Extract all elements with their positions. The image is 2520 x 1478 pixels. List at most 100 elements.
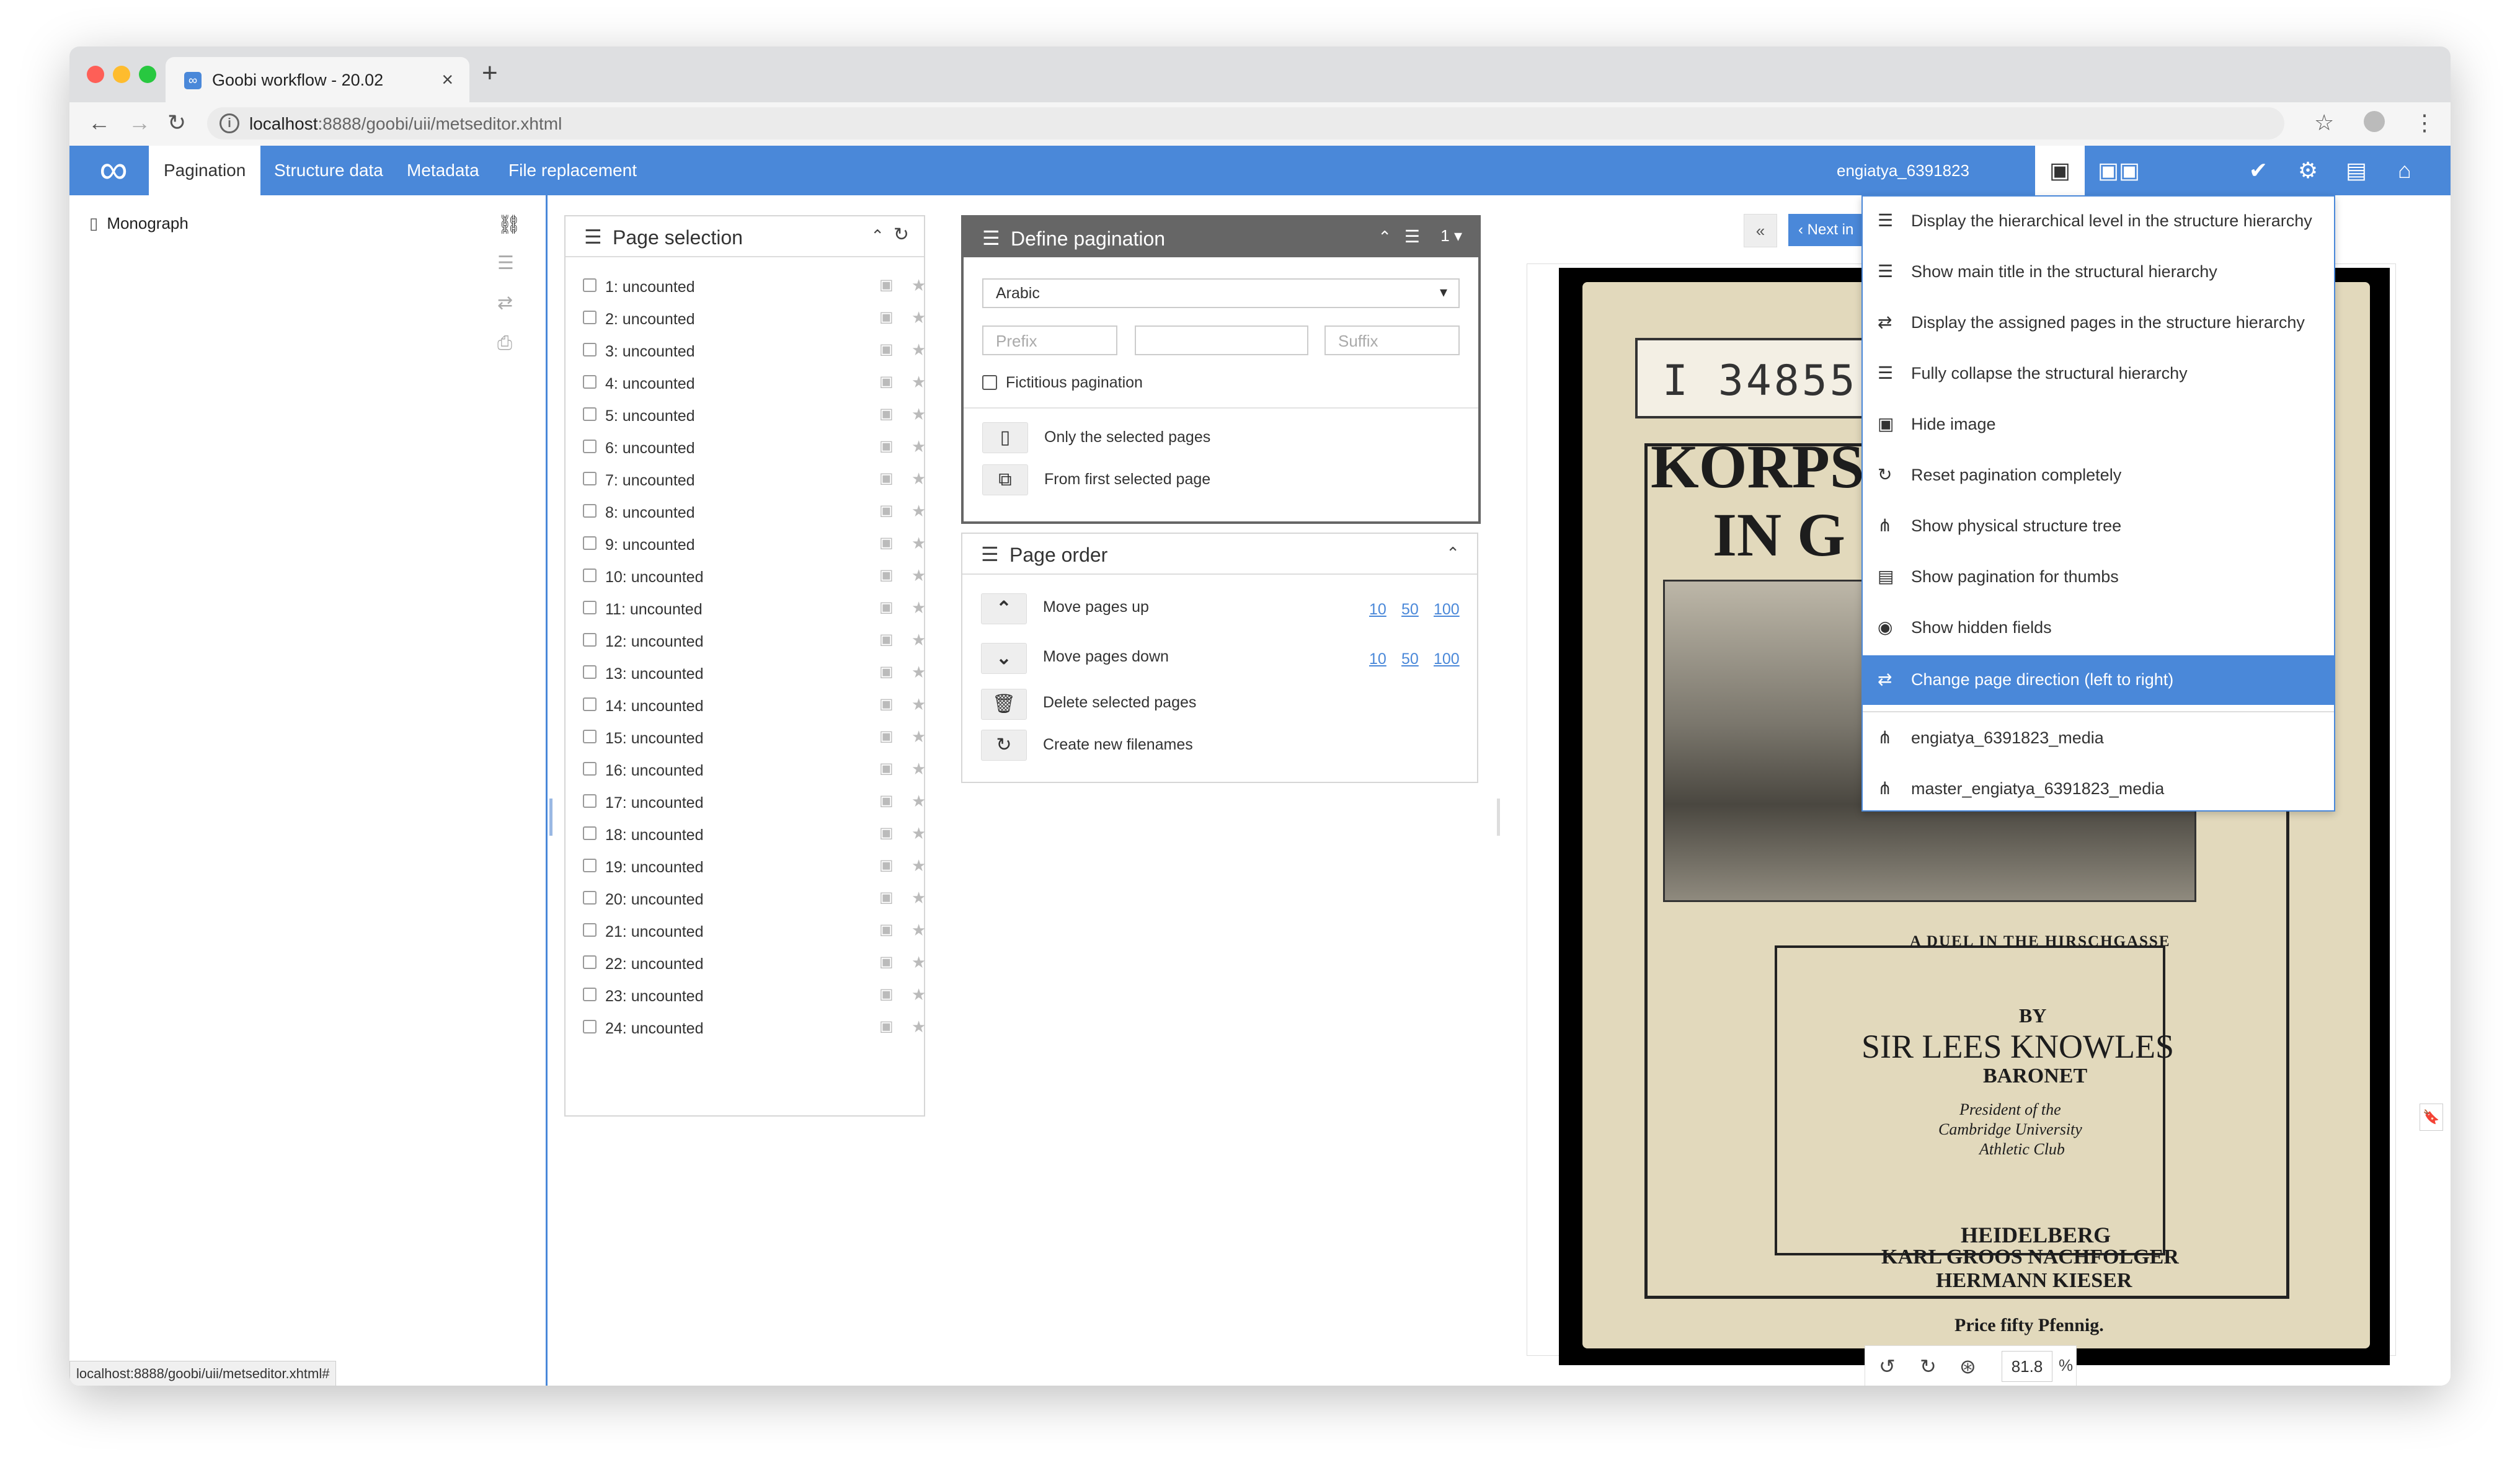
bookmark-icon[interactable]: 🔖	[2420, 1104, 2443, 1131]
star-icon[interactable]: ★	[912, 598, 926, 617]
structure-tree-root[interactable]: ▯ Monograph	[89, 214, 189, 233]
url-field[interactable]: i localhost:8888/goobi/uii/metseditor.xh…	[207, 107, 2284, 139]
image-icon[interactable]: ▣	[879, 405, 894, 423]
chevron-up-icon[interactable]: ⌃	[871, 226, 884, 246]
prefix-input[interactable]: Prefix	[982, 325, 1117, 355]
page-checkbox[interactable]	[583, 601, 597, 614]
reset-zoom-icon[interactable]: ⊛	[1959, 1355, 1976, 1378]
page-checkbox[interactable]	[583, 697, 597, 711]
image-icon[interactable]: ▣	[879, 566, 894, 584]
page-row[interactable]: 2: uncounted ▣ ★	[583, 308, 926, 340]
page-row[interactable]: 13: uncounted ▣ ★	[583, 663, 926, 695]
count-dropdown[interactable]: 1 ▾	[1440, 226, 1462, 246]
image-icon[interactable]: ▣	[879, 631, 894, 648]
profile-avatar-icon[interactable]	[2364, 111, 2385, 132]
star-icon[interactable]: ★	[912, 663, 926, 682]
menu-item[interactable]: ⋔ engiatya_6391823_media	[1863, 714, 2334, 763]
resize-handle[interactable]	[549, 799, 552, 836]
goobi-logo-icon[interactable]: ∞	[86, 149, 141, 189]
list-icon[interactable]: ☰	[1404, 226, 1420, 247]
page-row[interactable]: 11: uncounted ▣ ★	[583, 598, 926, 631]
menu-item[interactable]: ⋔ master_engiatya_6391823_media	[1863, 764, 2334, 814]
image-icon[interactable]: ▣	[879, 856, 894, 874]
list-icon[interactable]: ☰	[497, 252, 514, 274]
star-icon[interactable]: ★	[912, 534, 926, 553]
star-icon[interactable]: ★	[912, 373, 926, 392]
page-row[interactable]: 7: uncounted ▣ ★	[583, 469, 926, 502]
from-first-button[interactable]: ⧉	[982, 464, 1028, 495]
page-checkbox[interactable]	[583, 504, 597, 518]
star-icon[interactable]: ★	[912, 921, 926, 940]
rotate-left-icon[interactable]: ↺	[1879, 1355, 1896, 1378]
forward-arrow-icon[interactable]: →	[128, 110, 151, 136]
image-icon[interactable]: ▣	[879, 502, 894, 520]
create-filenames-button[interactable]: ↻	[981, 730, 1027, 761]
image-icon[interactable]: ▣	[879, 308, 894, 326]
image-icon[interactable]: ▣	[879, 953, 894, 971]
page-row[interactable]: 16: uncounted ▣ ★	[583, 759, 926, 792]
site-info-icon[interactable]: i	[220, 113, 239, 133]
page-checkbox[interactable]	[583, 536, 597, 550]
page-checkbox[interactable]	[583, 891, 597, 905]
chevron-up-icon[interactable]: ⌃	[1378, 228, 1391, 247]
star-icon[interactable]: ★	[912, 566, 926, 585]
image-icon[interactable]: ▣	[879, 340, 894, 358]
page-row[interactable]: 17: uncounted ▣ ★	[583, 792, 926, 824]
page-checkbox[interactable]	[583, 826, 597, 840]
tab-pagination[interactable]: Pagination	[149, 146, 261, 195]
checkmark-icon[interactable]: ✔	[2234, 146, 2283, 195]
rotate-right-icon[interactable]: ↻	[1920, 1355, 1937, 1378]
page-checkbox[interactable]	[583, 311, 597, 324]
menu-item[interactable]: ☰ Fully collapse the structural hierarchy	[1863, 349, 2334, 399]
page-checkbox[interactable]	[583, 472, 597, 485]
page-checkbox[interactable]	[583, 375, 597, 389]
link-icon[interactable]: ⛓	[497, 214, 521, 236]
page-row[interactable]: 19: uncounted ▣ ★	[583, 856, 926, 888]
gear-icon[interactable]: ⚙	[2283, 146, 2333, 195]
page-row[interactable]: 18: uncounted ▣ ★	[583, 824, 926, 856]
page-checkbox[interactable]	[583, 955, 597, 969]
resize-handle[interactable]	[1497, 799, 1500, 836]
image-icon[interactable]: ▣	[879, 276, 894, 294]
page-checkbox[interactable]	[583, 859, 597, 872]
move-down-10-link[interactable]: 10	[1369, 650, 1386, 668]
image-icon[interactable]: ▣	[879, 824, 894, 842]
move-up-50-link[interactable]: 50	[1401, 601, 1419, 619]
page-row[interactable]: 6: uncounted ▣ ★	[583, 437, 926, 469]
pagination-type-select[interactable]: Arabic ▾	[982, 278, 1460, 308]
page-checkbox[interactable]	[583, 794, 597, 808]
page-checkbox[interactable]	[583, 665, 597, 679]
image-icon[interactable]: ▣	[879, 727, 894, 745]
page-row[interactable]: 14: uncounted ▣ ★	[583, 695, 926, 727]
menu-item[interactable]: ▣ Hide image	[1863, 400, 2334, 449]
tab-structure-data[interactable]: Structure data	[259, 146, 398, 195]
minimize-window-button[interactable]	[113, 66, 130, 83]
page-checkbox[interactable]	[583, 343, 597, 356]
star-icon[interactable]: ★	[912, 888, 926, 908]
move-down-100-link[interactable]: 100	[1434, 650, 1460, 668]
delete-pages-button[interactable]: 🗑	[981, 689, 1027, 720]
image-icon[interactable]: ▣	[879, 921, 894, 939]
image-icon[interactable]: ▣	[879, 598, 894, 616]
menu-item[interactable]: ◉ Show hidden fields	[1863, 603, 2334, 653]
page-checkbox[interactable]	[583, 278, 597, 292]
maximize-window-button[interactable]	[139, 66, 156, 83]
image-icon[interactable]: ▣	[879, 888, 894, 906]
suffix-input[interactable]: Suffix	[1324, 325, 1460, 355]
move-up-100-link[interactable]: 100	[1434, 601, 1460, 619]
page-checkbox[interactable]	[583, 1020, 597, 1033]
menu-item[interactable]: ☰ Show main title in the structural hiera…	[1863, 247, 2334, 297]
star-icon[interactable]: ★	[912, 953, 926, 972]
page-row[interactable]: 24: uncounted ▣ ★	[583, 1017, 926, 1050]
page-row[interactable]: 9: uncounted ▣ ★	[583, 534, 926, 566]
menu-item[interactable]: ⋔ Show physical structure tree	[1863, 502, 2334, 551]
page-row[interactable]: 4: uncounted ▣ ★	[583, 373, 926, 405]
value-input[interactable]	[1135, 325, 1308, 355]
page-row[interactable]: 23: uncounted ▣ ★	[583, 985, 926, 1017]
page-checkbox[interactable]	[583, 988, 597, 1001]
star-icon[interactable]: ★	[912, 759, 926, 779]
save-icon[interactable]: ▤	[2331, 146, 2381, 195]
move-up-button[interactable]: ⌃	[981, 593, 1027, 624]
only-selected-button[interactable]: ▯	[982, 422, 1028, 453]
single-image-icon[interactable]: ▣	[2035, 146, 2085, 195]
